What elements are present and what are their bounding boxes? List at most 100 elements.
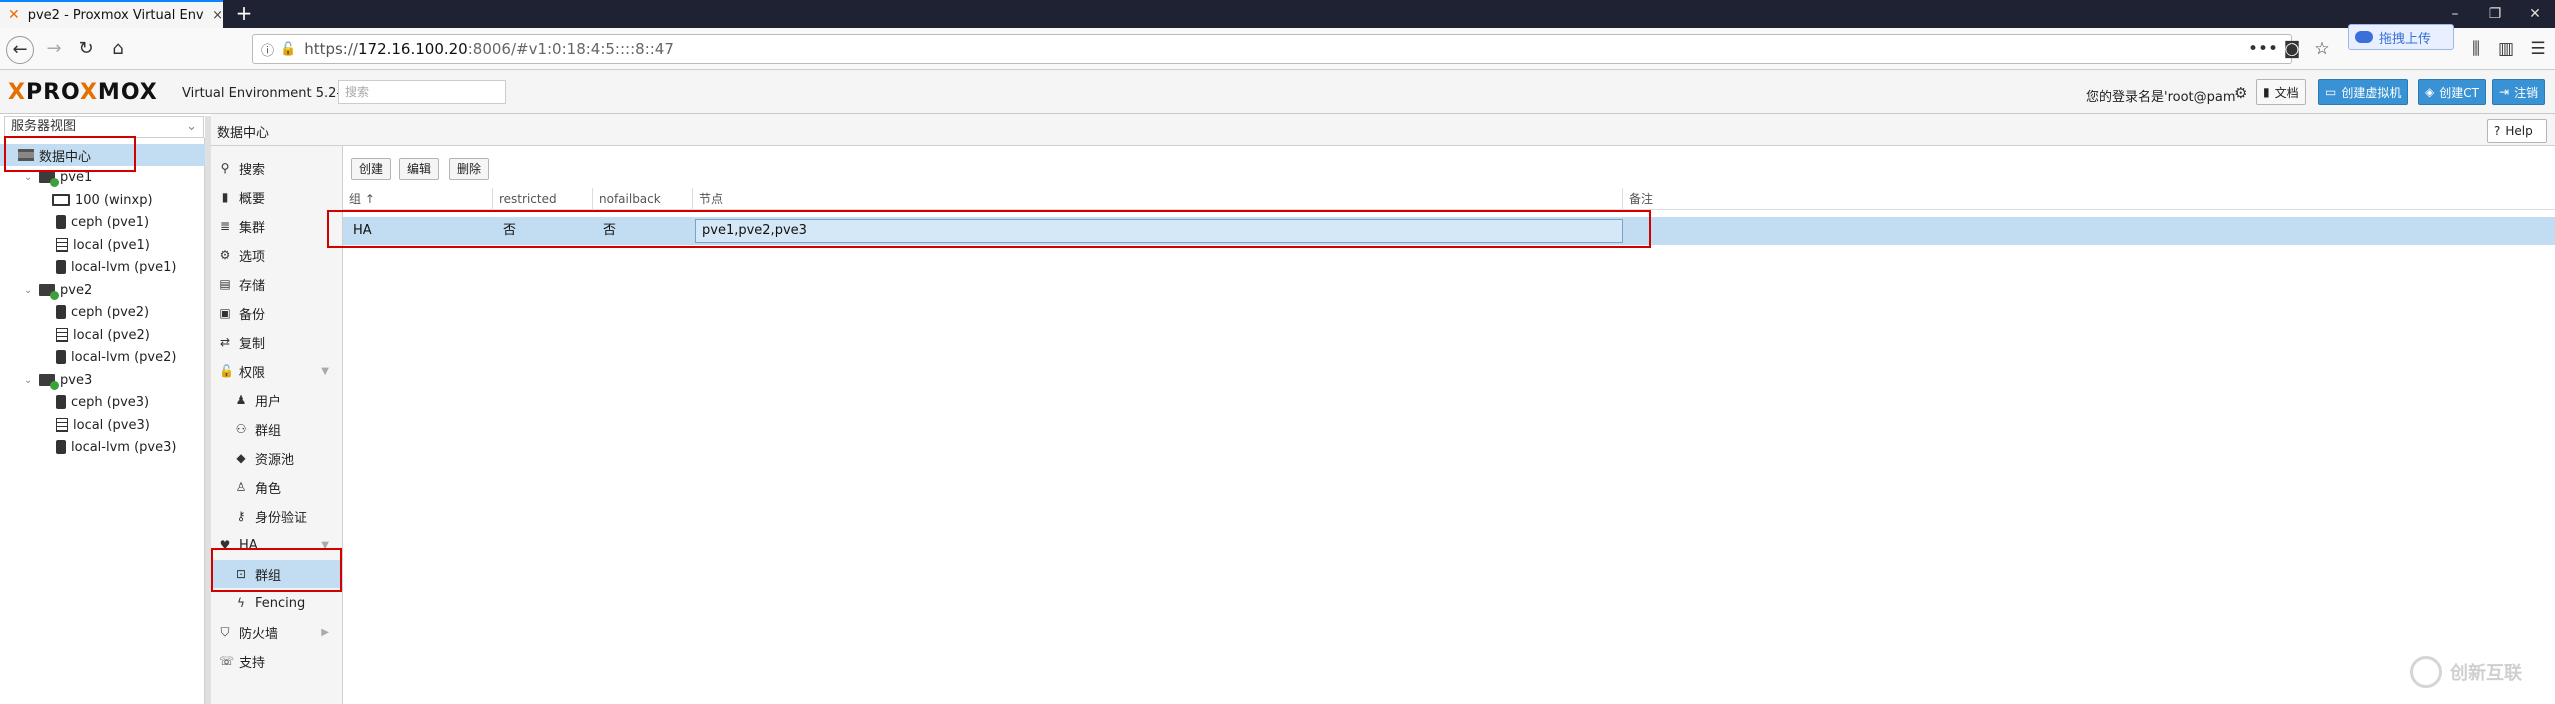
menu-item-search[interactable]: ⚲ 搜索 [211, 154, 343, 182]
reload-icon[interactable]: ↻ [72, 36, 100, 64]
tree-storage[interactable]: local (pve1) [56, 234, 150, 256]
tree-storage[interactable]: local (pve2) [56, 324, 150, 346]
menu-item-permissions[interactable]: 🔓 权限 ▼ [211, 357, 343, 385]
tree-node-pve3[interactable]: ⌄ pve3 [24, 369, 92, 391]
tree-vm[interactable]: 100 (winxp) [52, 189, 153, 211]
close-window-button[interactable]: ✕ [2515, 0, 2555, 28]
storage-label: local (pve1) [73, 237, 150, 253]
column-header-nofailback[interactable]: nofailback [593, 188, 693, 210]
male-icon: ♙ [235, 480, 247, 494]
docs-label: 文档 [2274, 85, 2299, 100]
storage-icon [56, 215, 66, 229]
menu-label: 角色 [255, 481, 282, 497]
search-input[interactable]: 搜索 [338, 80, 506, 104]
pocket-icon[interactable]: ◙ [2278, 36, 2306, 64]
collapse-icon[interactable]: ⌄ [24, 285, 34, 296]
url-bar[interactable]: ⓘ 🔓 https:// 172.16.100.20 :8006/#v1:0:1… [252, 34, 2292, 64]
tree-storage[interactable]: ceph (pve1) [56, 211, 149, 233]
question-icon: ? [2494, 124, 2501, 138]
database-icon: ▤ [219, 277, 231, 291]
tree-storage[interactable]: local (pve3) [56, 414, 150, 436]
tab-close-button[interactable]: × [212, 8, 223, 23]
menu-item-storage[interactable]: ▤ 存储 [211, 270, 343, 298]
column-header-comment[interactable]: 备注 [1623, 188, 2555, 210]
menu-item-fencing[interactable]: ϟ Fencing [211, 589, 343, 617]
logo-pro: PRO [25, 80, 80, 105]
menu-item-auth[interactable]: ⚷ 身份验证 [211, 502, 343, 530]
menu-item-options[interactable]: ⚙ 选项 [211, 241, 343, 269]
menu-label: 资源池 [255, 452, 295, 468]
logout-button[interactable]: ⇥ 注销 [2492, 79, 2546, 105]
menu-item-firewall[interactable]: ⛉ 防火墙 ▶ [211, 618, 343, 646]
menu-icon[interactable]: ☰ [2524, 36, 2552, 64]
storage-label: local (pve3) [73, 417, 150, 433]
browser-tab[interactable]: ✕ pve2 - Proxmox Virtual Envir × [0, 0, 223, 28]
create-vm-button[interactable]: ▭ 创建虚拟机 [2318, 79, 2409, 105]
menu-label: 选项 [239, 249, 266, 265]
delete-button[interactable]: 删除 [449, 158, 490, 180]
lock-warning-icon[interactable]: 🔓 [280, 42, 296, 57]
menu-label: 复制 [239, 336, 266, 352]
bookmark-star-icon[interactable]: ☆ [2308, 36, 2336, 64]
help-button[interactable]: ? Help [2487, 119, 2547, 143]
chevron-right-icon: ▶ [321, 626, 329, 638]
menu-label: 权限 [239, 365, 266, 381]
storage-icon [56, 350, 66, 364]
create-button[interactable]: 创建 [351, 158, 392, 180]
retweet-icon: ⇄ [219, 335, 231, 349]
sidebar-icon[interactable]: ▥ [2492, 36, 2520, 64]
gear-icon[interactable]: ⚙ [2234, 84, 2247, 102]
home-icon[interactable]: ⌂ [104, 36, 132, 64]
library-icon[interactable]: ⫼ [2462, 36, 2490, 64]
menu-item-pools[interactable]: ◆ 资源池 [211, 444, 343, 472]
datacenter-menu: ⚲ 搜索 ▮ 概要 ≣ 集群 ⚙ 选项 ▤ 存储 ▣ 备份 ⇄ 复制 🔓 权限 ▼ ♟ 用户 ⚇ 群组… [211, 146, 343, 704]
docs-button[interactable]: ▮ 文档 [2256, 79, 2306, 105]
menu-label: 集群 [239, 220, 266, 236]
collapse-icon[interactable]: ⌄ [24, 172, 34, 183]
grid-header: 组 ↑ restricted nofailback 节点 备注 [343, 188, 2555, 210]
create-ct-button[interactable]: ◈ 创建CT [2418, 79, 2486, 105]
tree-storage[interactable]: ceph (pve3) [56, 391, 149, 413]
tree-storage[interactable]: local-lvm (pve1) [56, 256, 176, 278]
restore-button[interactable]: ❐ [2475, 0, 2515, 28]
highlight-box-ha-row [327, 210, 1651, 248]
column-header-group[interactable]: 组 ↑ [343, 188, 493, 210]
edit-button[interactable]: 编辑 [399, 158, 440, 180]
menu-label: 概要 [239, 191, 266, 207]
menu-item-groups[interactable]: ⚇ 群组 [211, 415, 343, 443]
collapse-icon[interactable]: ⌄ [24, 375, 34, 386]
users-icon: ⚇ [235, 422, 247, 436]
info-icon[interactable]: ⓘ [261, 40, 274, 59]
tree-node-pve2[interactable]: ⌄ pve2 [24, 279, 92, 301]
menu-item-support[interactable]: ☏ 支持 [211, 647, 343, 675]
logo-x: X [8, 80, 26, 105]
menu-item-cluster[interactable]: ≣ 集群 [211, 212, 343, 240]
view-select[interactable]: 服务器视图 ⌄ [4, 116, 204, 138]
tree-storage[interactable]: local-lvm (pve3) [56, 436, 176, 458]
new-tab-button[interactable]: + [230, 0, 258, 28]
cube-icon: ◈ [2425, 85, 2435, 99]
tree-storage[interactable]: local-lvm (pve2) [56, 346, 176, 368]
menu-item-replication[interactable]: ⇄ 复制 [211, 328, 343, 356]
menu-item-roles[interactable]: ♙ 角色 [211, 473, 343, 501]
upload-extension-button[interactable]: 拖拽上传 [2348, 24, 2454, 50]
menu-item-summary[interactable]: ▮ 概要 [211, 183, 343, 211]
tab-title: pve2 - Proxmox Virtual Envir [27, 7, 205, 23]
forward-icon[interactable]: → [40, 36, 68, 64]
page-title: 数据中心 [217, 126, 270, 141]
grid-toolbar: 创建 编辑 删除 [343, 146, 2555, 186]
server-icon: ≣ [219, 219, 231, 233]
back-icon[interactable]: ← [6, 36, 34, 64]
menu-item-users[interactable]: ♟ 用户 [211, 386, 343, 414]
node-online-icon [39, 374, 59, 390]
column-header-nodes[interactable]: 节点 [693, 188, 1623, 210]
chevron-down-icon: ⌄ [186, 119, 197, 134]
shield-icon: ⛉ [220, 624, 230, 639]
menu-item-backup[interactable]: ▣ 备份 [211, 299, 343, 327]
login-info: 您的登录名是'root@pam' [2086, 90, 2240, 105]
column-header-restricted[interactable]: restricted [493, 188, 593, 210]
menu-label: Fencing [255, 595, 306, 611]
page-actions-icon[interactable]: ••• [2248, 36, 2278, 64]
tree-storage[interactable]: ceph (pve2) [56, 301, 149, 323]
browser-nav-bar: ← → ↻ ⌂ ⓘ 🔓 https:// 172.16.100.20 :8006… [0, 28, 2555, 70]
